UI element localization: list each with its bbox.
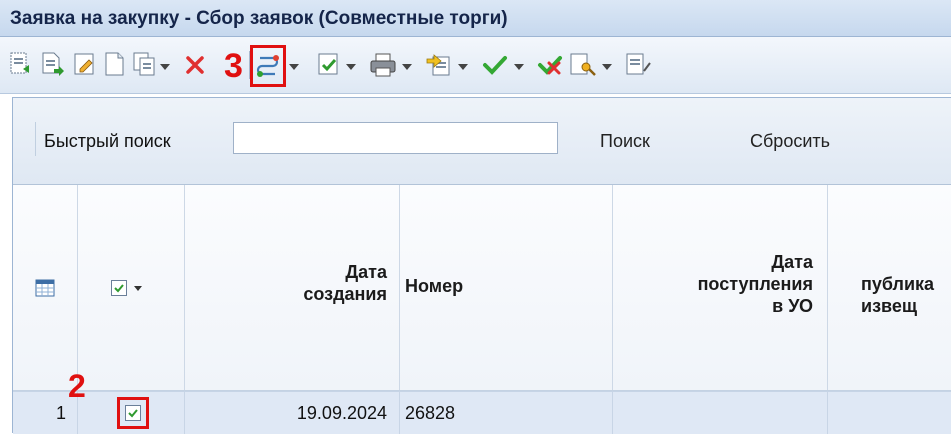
key-doc-icon[interactable] xyxy=(568,49,598,81)
delete-icon[interactable] xyxy=(182,49,208,81)
create-doc-icon[interactable] xyxy=(40,49,66,81)
header-select-col[interactable] xyxy=(77,185,185,390)
search-label-box: Быстрый поиск xyxy=(35,122,236,156)
key-dropdown-arrow[interactable] xyxy=(602,64,612,70)
header-created-line1: Дата xyxy=(345,262,387,282)
header-published-line2: публика xyxy=(861,274,935,294)
table-row[interactable]: 1 19.09.2024 26828 xyxy=(13,391,951,434)
approve-check-icon[interactable] xyxy=(480,49,510,81)
row-received-cell xyxy=(612,392,828,434)
grid-header: Дата создания Номер Дата поступления в У… xyxy=(13,185,951,391)
header-received-col[interactable]: Дата поступления в УО xyxy=(612,185,828,390)
row-created-cell: 19.09.2024 xyxy=(184,392,400,434)
header-received-line2: поступления xyxy=(697,274,813,294)
row-number-cell: 26828 xyxy=(399,392,613,434)
quick-search-bar: Быстрый поиск Поиск Сбросить xyxy=(13,98,951,185)
window-title: Заявка на закупку - Сбор заявок (Совмест… xyxy=(10,8,508,29)
header-received-line3: в УО xyxy=(772,296,813,316)
row-created: 19.09.2024 xyxy=(296,403,387,423)
quick-search-input[interactable] xyxy=(233,122,558,154)
toolbar: 3 xyxy=(0,37,951,94)
reject-check-icon[interactable] xyxy=(536,49,566,81)
header-published-line1 xyxy=(861,251,934,273)
row-published-cell xyxy=(827,392,951,434)
export-dropdown-arrow[interactable] xyxy=(458,64,468,70)
highlight-route-button xyxy=(250,45,286,87)
search-button[interactable]: Поиск xyxy=(600,131,650,152)
grid-panel: Быстрый поиск Поиск Сбросить Дата создан… xyxy=(12,97,951,434)
reset-button[interactable]: Сбросить xyxy=(750,131,830,152)
print-icon[interactable] xyxy=(368,49,398,81)
header-menu-col[interactable] xyxy=(13,185,78,390)
header-received-line1: Дата xyxy=(771,252,813,272)
approve-dropdown-arrow[interactable] xyxy=(514,64,524,70)
header-created-col[interactable]: Дата создания xyxy=(184,185,400,390)
doc-more-icon[interactable] xyxy=(624,49,654,81)
copy-dropdown-arrow[interactable] xyxy=(160,64,170,70)
highlight-row-checkbox xyxy=(117,397,149,429)
row-select-cell[interactable] xyxy=(77,392,185,434)
header-number-col[interactable]: Номер xyxy=(399,185,613,390)
copy-doc-icon[interactable] xyxy=(132,49,158,81)
row-number: 26828 xyxy=(405,403,456,423)
blank-doc-icon[interactable] xyxy=(102,49,128,81)
check-dropdown-arrow[interactable] xyxy=(346,64,356,70)
print-dropdown-arrow[interactable] xyxy=(402,64,412,70)
route-dropdown-arrow[interactable] xyxy=(289,64,299,70)
quick-search-label: Быстрый поиск xyxy=(44,131,171,151)
row-index: 1 xyxy=(56,403,67,423)
table-settings-icon[interactable] xyxy=(35,279,55,297)
header-created-line2: создания xyxy=(303,284,387,304)
step-marker-3: 3 xyxy=(224,47,243,85)
new-doc-icon[interactable] xyxy=(8,49,34,81)
select-all-checkbox[interactable] xyxy=(111,280,127,296)
header-number: Номер xyxy=(405,276,464,296)
check-doc-icon[interactable] xyxy=(316,49,342,81)
header-published-line3: извещ xyxy=(861,296,918,316)
step-marker-2: 2 xyxy=(68,368,86,404)
app-window: Заявка на закупку - Сбор заявок (Совмест… xyxy=(0,0,951,434)
title-bar: Заявка на закупку - Сбор заявок (Совмест… xyxy=(0,0,951,37)
export-icon[interactable] xyxy=(424,49,454,81)
select-dropdown-arrow[interactable] xyxy=(134,286,142,291)
header-published-col[interactable]: публика извещ xyxy=(827,185,951,390)
edit-doc-icon[interactable] xyxy=(72,49,98,81)
